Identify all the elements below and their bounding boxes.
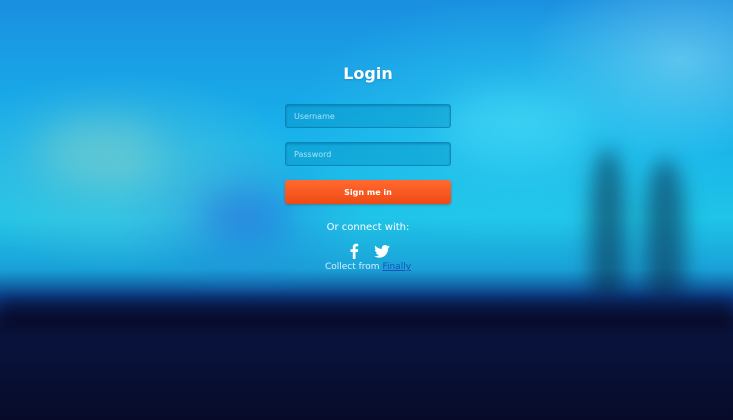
connect-with-label: Or connect with: bbox=[326, 222, 410, 233]
credit-text: Collect from Finally bbox=[265, 261, 471, 273]
background-silhouette bbox=[590, 150, 626, 300]
background-blur bbox=[40, 120, 160, 180]
sign-in-button[interactable]: Sign me in bbox=[285, 180, 451, 204]
social-login-group bbox=[285, 242, 451, 260]
facebook-icon[interactable] bbox=[345, 242, 363, 260]
background-horizon bbox=[0, 290, 733, 330]
credit-prefix: Collect from bbox=[324, 262, 380, 272]
twitter-icon[interactable] bbox=[373, 242, 391, 260]
login-form: Login Sign me in Or connect with: Collec… bbox=[285, 60, 451, 272]
background-blur bbox=[200, 190, 290, 240]
background-blur bbox=[440, 90, 590, 160]
credit-link[interactable]: Finally bbox=[382, 262, 411, 272]
password-input[interactable] bbox=[285, 142, 451, 166]
login-title: Login bbox=[343, 64, 393, 83]
background-silhouette bbox=[645, 160, 685, 300]
username-input[interactable] bbox=[285, 104, 451, 128]
